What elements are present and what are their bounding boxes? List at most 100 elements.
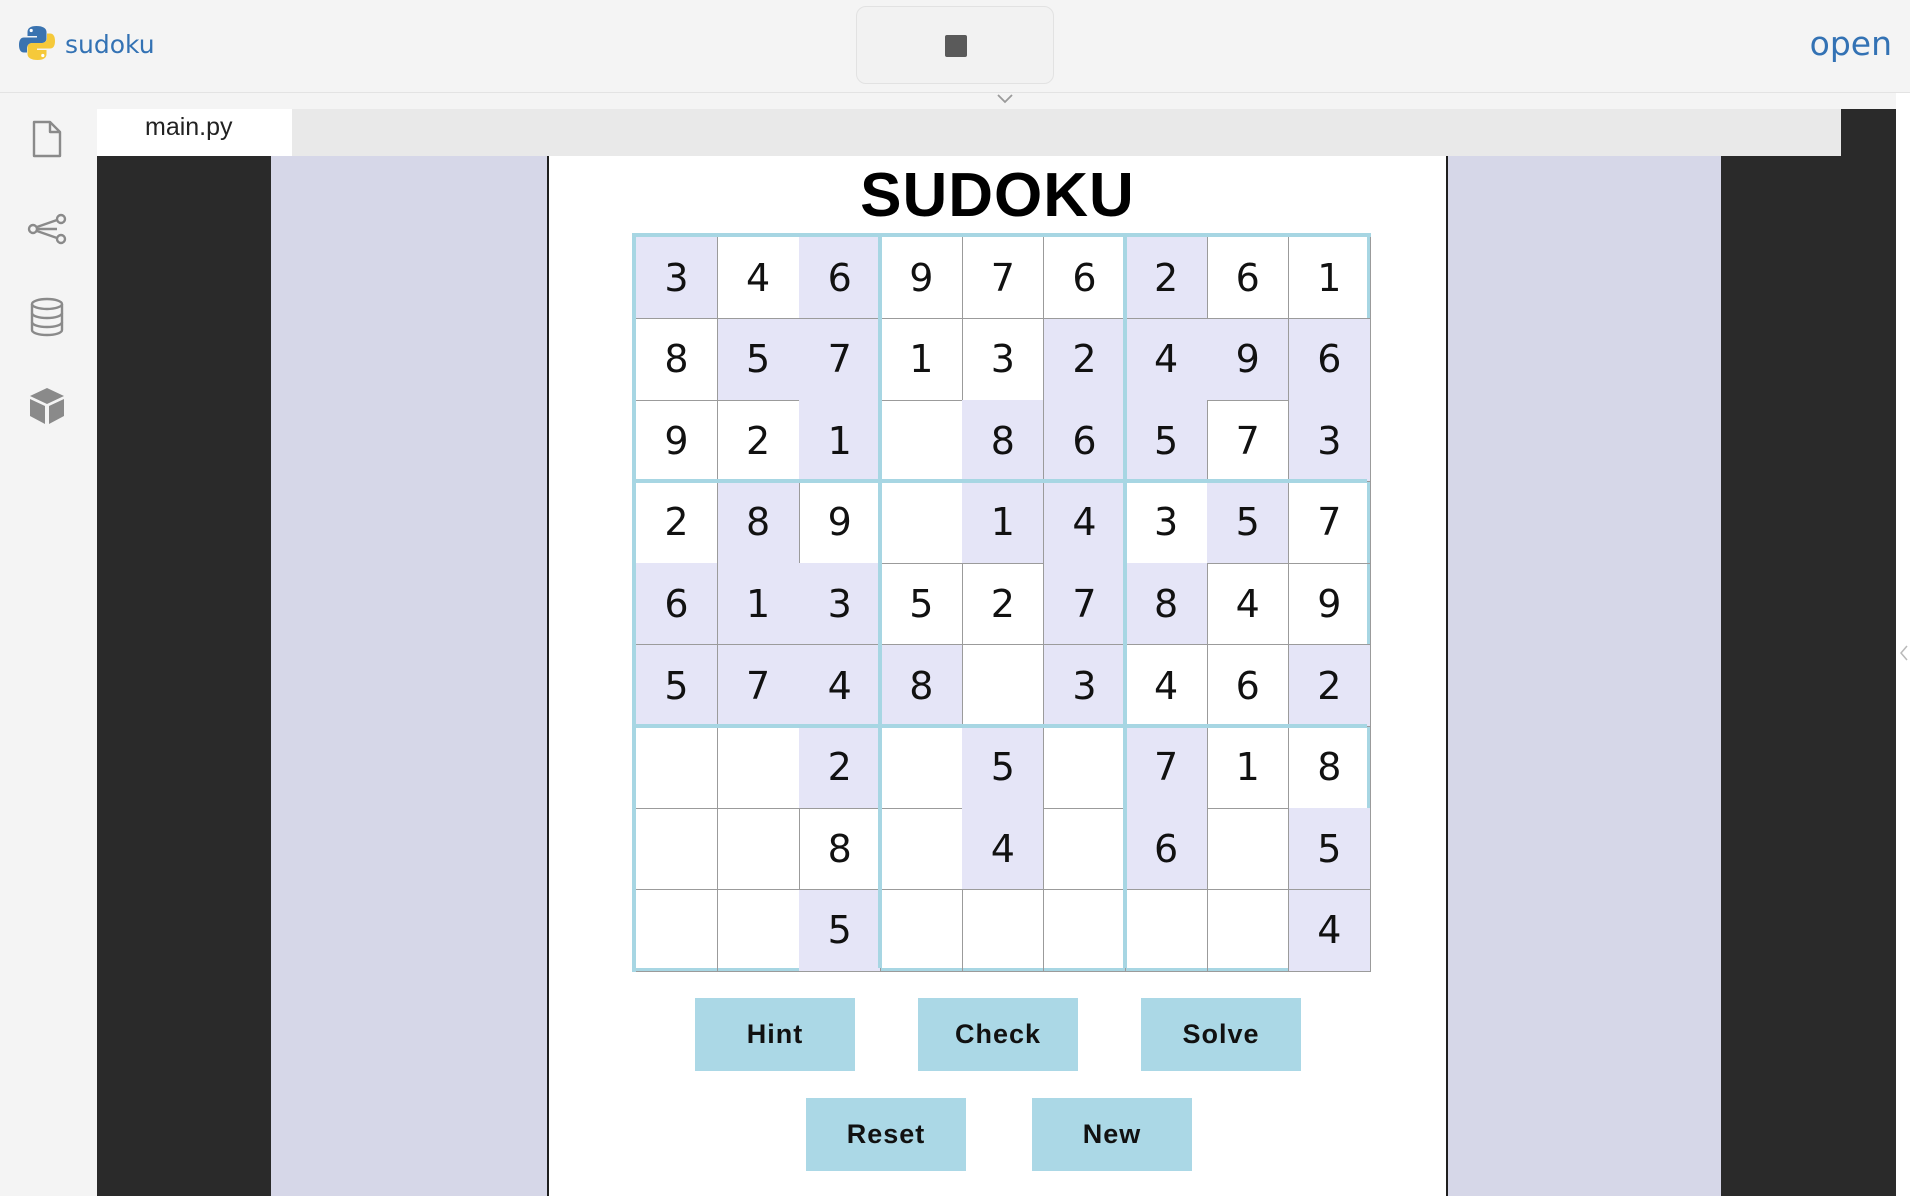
sudoku-cell[interactable] <box>636 889 718 972</box>
sudoku-cell[interactable]: 2 <box>1044 318 1126 401</box>
sudoku-cell[interactable]: 4 <box>962 808 1045 891</box>
open-link[interactable]: open <box>1810 24 1892 63</box>
check-button[interactable]: Check <box>918 998 1078 1071</box>
sudoku-cell[interactable]: 5 <box>962 726 1045 809</box>
sudoku-cell[interactable]: 5 <box>799 889 882 972</box>
sudoku-cell[interactable]: 2 <box>717 400 800 483</box>
sudoku-cell[interactable] <box>962 645 1045 727</box>
sudoku-cell[interactable] <box>880 481 963 564</box>
sudoku-cell[interactable] <box>1044 726 1126 809</box>
sudoku-cell[interactable]: 9 <box>1207 318 1290 401</box>
sudoku-cell[interactable]: 5 <box>880 563 963 646</box>
sudoku-cell[interactable]: 7 <box>1288 481 1371 564</box>
sudoku-cell[interactable] <box>962 889 1045 972</box>
tab-main-py[interactable]: main.py <box>97 109 292 156</box>
sudoku-cell[interactable]: 7 <box>1125 726 1208 809</box>
sudoku-cell[interactable]: 8 <box>880 645 963 727</box>
sudoku-cell[interactable]: 5 <box>717 318 800 401</box>
side-rail <box>0 93 97 1196</box>
sudoku-cell[interactable]: 4 <box>1125 645 1208 727</box>
sudoku-cell[interactable]: 2 <box>1125 237 1208 319</box>
solve-button[interactable]: Solve <box>1141 998 1301 1071</box>
sudoku-cell[interactable]: 5 <box>1125 400 1208 483</box>
cell-value: 6 <box>1072 255 1097 300</box>
sudoku-cell[interactable] <box>1044 808 1126 891</box>
sudoku-cell[interactable]: 9 <box>799 481 882 564</box>
sudoku-cell[interactable]: 7 <box>1044 563 1126 646</box>
sudoku-cell[interactable]: 6 <box>1207 645 1290 727</box>
sudoku-cell[interactable] <box>636 808 718 891</box>
sudoku-cell[interactable] <box>1125 889 1208 972</box>
sudoku-cell[interactable]: 8 <box>799 808 882 891</box>
sudoku-cell[interactable]: 5 <box>1288 808 1371 891</box>
sudoku-cell[interactable]: 3 <box>962 318 1045 401</box>
sudoku-cell[interactable]: 1 <box>962 481 1045 564</box>
stop-button[interactable] <box>856 6 1054 84</box>
sudoku-cell[interactable]: 1 <box>717 563 800 646</box>
sudoku-cell[interactable]: 6 <box>1125 808 1208 891</box>
sudoku-cell[interactable]: 8 <box>1125 563 1208 646</box>
sudoku-cell[interactable]: 3 <box>1288 400 1371 483</box>
files-button[interactable] <box>26 118 68 160</box>
sudoku-cell[interactable]: 7 <box>962 237 1045 319</box>
sudoku-cell[interactable] <box>717 808 800 891</box>
sudoku-cell[interactable]: 5 <box>1207 481 1290 564</box>
database-button[interactable] <box>26 296 68 338</box>
sudoku-cell[interactable]: 4 <box>1044 481 1126 564</box>
sudoku-cell[interactable] <box>880 726 963 809</box>
sudoku-cell[interactable]: 8 <box>1288 726 1371 809</box>
sudoku-cell[interactable]: 4 <box>1207 563 1290 646</box>
sudoku-cell[interactable]: 3 <box>636 237 718 319</box>
packages-button[interactable] <box>26 385 68 427</box>
sudoku-cell[interactable]: 4 <box>799 645 882 727</box>
sudoku-cell[interactable]: 7 <box>799 318 882 401</box>
new-button[interactable]: New <box>1032 1098 1192 1171</box>
reset-button[interactable]: Reset <box>806 1098 966 1171</box>
sudoku-cell[interactable]: 4 <box>1125 318 1208 401</box>
sudoku-cell[interactable]: 8 <box>962 400 1045 483</box>
sudoku-cell[interactable]: 1 <box>1288 237 1371 319</box>
sudoku-cell[interactable]: 3 <box>1125 481 1208 564</box>
sudoku-cell[interactable]: 6 <box>1044 400 1126 483</box>
sudoku-cell[interactable]: 2 <box>962 563 1045 646</box>
sudoku-cell[interactable]: 1 <box>1207 726 1290 809</box>
sudoku-grid[interactable]: 3 4 6 9 7 6 2 6 1 8 5 7 1 3 2 4 9 6 9 2 1 8 6 5 7 3 2 8 9 1 4 3 5 7 6 1 3 5 2 7… <box>632 233 1371 972</box>
sudoku-cell[interactable]: 2 <box>799 726 882 809</box>
sudoku-cell[interactable] <box>717 726 800 809</box>
sudoku-cell[interactable] <box>880 400 963 483</box>
sudoku-cell[interactable]: 6 <box>636 563 718 646</box>
sudoku-cell[interactable]: 4 <box>1288 889 1371 972</box>
cell-value: 2 <box>746 418 771 463</box>
chevron-left-icon[interactable] <box>1899 644 1909 662</box>
sudoku-cell[interactable]: 7 <box>717 645 800 727</box>
share-button[interactable] <box>26 208 68 250</box>
sudoku-cell[interactable]: 9 <box>636 400 718 483</box>
sudoku-cell[interactable]: 1 <box>799 400 882 483</box>
cell-value: 2 <box>664 500 689 545</box>
sudoku-cell[interactable] <box>880 808 963 891</box>
sudoku-cell[interactable]: 7 <box>1207 400 1290 483</box>
sudoku-cell[interactable] <box>1207 808 1290 891</box>
sudoku-cell[interactable]: 6 <box>1288 318 1371 401</box>
sudoku-cell[interactable] <box>1207 889 1290 972</box>
sudoku-cell[interactable]: 6 <box>1207 237 1290 319</box>
sudoku-cell[interactable]: 9 <box>880 237 963 319</box>
sudoku-cell[interactable]: 1 <box>880 318 963 401</box>
sudoku-cell[interactable]: 5 <box>636 645 718 727</box>
sudoku-cell[interactable]: 3 <box>1044 645 1126 727</box>
sudoku-cell[interactable] <box>717 889 800 972</box>
sudoku-cell[interactable]: 4 <box>717 237 800 319</box>
chevron-down-icon[interactable] <box>995 93 1015 105</box>
sudoku-cell[interactable]: 3 <box>799 563 882 646</box>
sudoku-cell[interactable] <box>880 889 963 972</box>
hint-button[interactable]: Hint <box>695 998 855 1071</box>
sudoku-cell[interactable] <box>1044 889 1126 972</box>
sudoku-cell[interactable]: 2 <box>1288 645 1371 727</box>
sudoku-cell[interactable]: 9 <box>1288 563 1371 646</box>
sudoku-cell[interactable]: 6 <box>799 237 882 319</box>
sudoku-cell[interactable] <box>636 726 718 809</box>
sudoku-cell[interactable]: 8 <box>717 481 800 564</box>
sudoku-cell[interactable]: 6 <box>1044 237 1126 319</box>
sudoku-cell[interactable]: 2 <box>636 481 718 564</box>
sudoku-cell[interactable]: 8 <box>636 318 718 401</box>
